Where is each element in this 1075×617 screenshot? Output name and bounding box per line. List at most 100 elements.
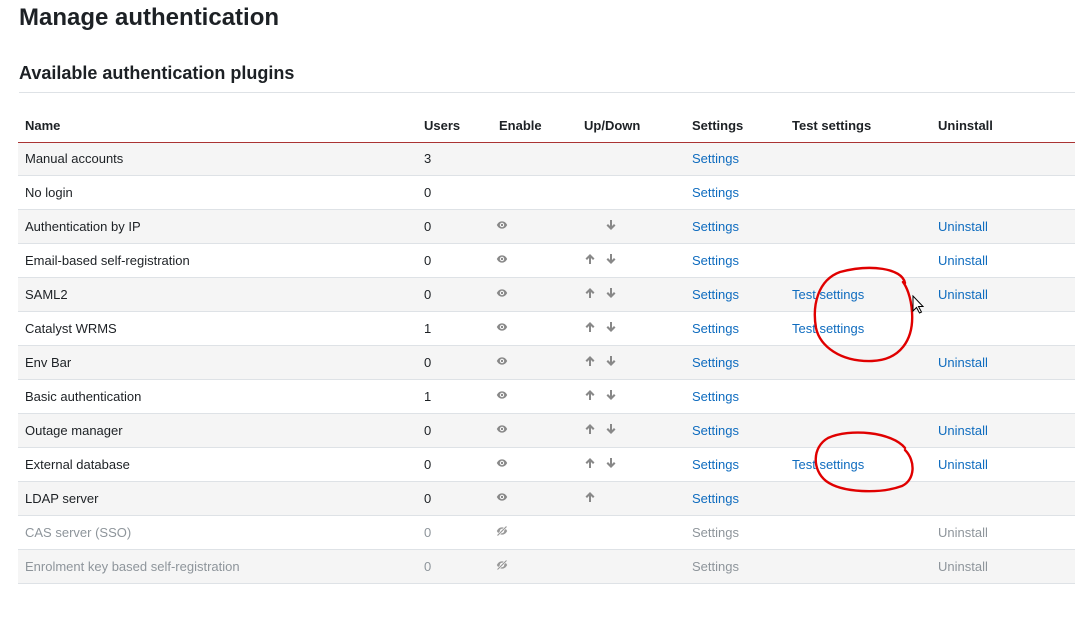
uninstall-link[interactable]: Uninstall bbox=[938, 457, 988, 472]
updown-cell bbox=[577, 276, 685, 311]
settings-link[interactable]: Settings bbox=[692, 185, 739, 200]
table-row-partial bbox=[18, 582, 1075, 617]
user-count: 0 bbox=[417, 208, 492, 243]
arrow-up-icon[interactable] bbox=[579, 355, 600, 370]
uninstall-link[interactable]: Uninstall bbox=[938, 525, 988, 540]
arrow-down-icon[interactable] bbox=[600, 219, 621, 234]
test-settings-cell bbox=[785, 208, 931, 243]
auth-plugins-table: Name Users Enable Up/Down Settings Test … bbox=[18, 110, 1075, 617]
settings-link[interactable]: Settings bbox=[692, 491, 739, 506]
uninstall-link[interactable]: Uninstall bbox=[938, 423, 988, 438]
updown-cell bbox=[577, 378, 685, 413]
uninstall-link[interactable]: Uninstall bbox=[938, 559, 988, 574]
uninstall-link[interactable]: Uninstall bbox=[938, 287, 988, 302]
uninstall-link[interactable]: Uninstall bbox=[938, 253, 988, 268]
settings-link[interactable]: Settings bbox=[692, 219, 739, 234]
eye-icon[interactable] bbox=[496, 321, 508, 336]
enable-cell bbox=[492, 174, 577, 209]
col-header-uninstall: Uninstall bbox=[931, 110, 1075, 143]
settings-link[interactable]: Settings bbox=[692, 151, 739, 166]
arrow-up-icon[interactable] bbox=[579, 287, 600, 302]
plugin-name: Outage manager bbox=[18, 412, 417, 447]
plugin-name: Env Bar bbox=[18, 344, 417, 379]
arrow-down-icon[interactable] bbox=[600, 423, 621, 438]
updown-cell bbox=[577, 480, 685, 515]
arrow-up-icon[interactable] bbox=[579, 457, 600, 472]
test-settings-cell bbox=[785, 174, 931, 209]
uninstall-cell bbox=[931, 142, 1075, 175]
uninstall-link[interactable]: Uninstall bbox=[938, 355, 988, 370]
eye-icon[interactable] bbox=[496, 287, 508, 302]
plugin-name: Email-based self-registration bbox=[18, 242, 417, 277]
arrow-up-icon[interactable] bbox=[579, 253, 600, 268]
arrow-down-icon[interactable] bbox=[600, 287, 621, 302]
plugin-name: CAS server (SSO) bbox=[18, 514, 417, 549]
user-count: 1 bbox=[417, 378, 492, 413]
enable-cell bbox=[492, 276, 577, 311]
settings-link[interactable]: Settings bbox=[692, 525, 739, 540]
table-row: Catalyst WRMS 1 Settings Test settings bbox=[18, 310, 1075, 345]
table-row: Authentication by IP 0 Settings Uninstal… bbox=[18, 208, 1075, 243]
user-count: 0 bbox=[417, 242, 492, 277]
table-header-row: Name Users Enable Up/Down Settings Test … bbox=[18, 110, 1075, 143]
user-count: 0 bbox=[417, 446, 492, 481]
eye-icon[interactable] bbox=[496, 423, 508, 438]
enable-cell bbox=[492, 412, 577, 447]
plugin-name: No login bbox=[18, 174, 417, 209]
test-settings-link[interactable]: Test settings bbox=[792, 287, 864, 302]
test-settings-cell bbox=[785, 242, 931, 277]
eye-slash-icon[interactable] bbox=[496, 525, 508, 540]
eye-icon[interactable] bbox=[496, 253, 508, 268]
table-row: Manual accounts 3 Settings bbox=[18, 142, 1075, 175]
eye-icon[interactable] bbox=[496, 355, 508, 370]
col-header-enable: Enable bbox=[492, 110, 577, 143]
table-row: Enrolment key based self-registration 0 … bbox=[18, 548, 1075, 583]
arrow-down-icon[interactable] bbox=[600, 321, 621, 336]
page-title: Manage authentication bbox=[19, 4, 280, 31]
eye-slash-icon[interactable] bbox=[496, 559, 508, 574]
plugin-name: Enrolment key based self-registration bbox=[18, 548, 417, 583]
settings-link[interactable]: Settings bbox=[692, 253, 739, 268]
plugin-name bbox=[18, 582, 417, 617]
enable-cell bbox=[492, 208, 577, 243]
settings-link[interactable]: Settings bbox=[692, 355, 739, 370]
eye-icon[interactable] bbox=[496, 491, 508, 506]
eye-icon[interactable] bbox=[496, 457, 508, 472]
updown-cell bbox=[577, 548, 685, 583]
settings-link[interactable]: Settings bbox=[692, 321, 739, 336]
test-settings-link[interactable]: Test settings bbox=[792, 457, 864, 472]
enable-cell bbox=[492, 548, 577, 583]
arrow-down-icon[interactable] bbox=[600, 457, 621, 472]
table-row: Basic authentication 1 Settings bbox=[18, 378, 1075, 413]
enable-cell bbox=[492, 446, 577, 481]
arrow-up-icon[interactable] bbox=[579, 389, 600, 404]
eye-icon[interactable] bbox=[496, 389, 508, 404]
test-settings-cell bbox=[785, 344, 931, 379]
settings-link[interactable]: Settings bbox=[692, 389, 739, 404]
section-divider bbox=[19, 92, 1075, 93]
enable-cell bbox=[492, 480, 577, 515]
plugin-name: Basic authentication bbox=[18, 378, 417, 413]
enable-cell bbox=[492, 310, 577, 345]
enable-cell bbox=[492, 514, 577, 549]
uninstall-link[interactable]: Uninstall bbox=[938, 219, 988, 234]
settings-link[interactable]: Settings bbox=[692, 423, 739, 438]
arrow-down-icon[interactable] bbox=[600, 355, 621, 370]
plugin-name: SAML2 bbox=[18, 276, 417, 311]
table-row: External database 0 Settings Test settin… bbox=[18, 446, 1075, 481]
arrow-down-icon[interactable] bbox=[600, 253, 621, 268]
test-settings-cell bbox=[785, 480, 931, 515]
eye-icon[interactable] bbox=[496, 219, 508, 234]
arrow-down-icon[interactable] bbox=[600, 389, 621, 404]
user-count: 0 bbox=[417, 412, 492, 447]
arrow-up-icon[interactable] bbox=[579, 491, 600, 506]
settings-link[interactable]: Settings bbox=[692, 457, 739, 472]
test-settings-link[interactable]: Test settings bbox=[792, 321, 864, 336]
user-count: 1 bbox=[417, 310, 492, 345]
settings-link[interactable]: Settings bbox=[692, 287, 739, 302]
arrow-up-icon[interactable] bbox=[579, 423, 600, 438]
settings-link[interactable]: Settings bbox=[692, 559, 739, 574]
plugin-name: Authentication by IP bbox=[18, 208, 417, 243]
test-settings-cell bbox=[785, 142, 931, 175]
arrow-up-icon[interactable] bbox=[579, 321, 600, 336]
